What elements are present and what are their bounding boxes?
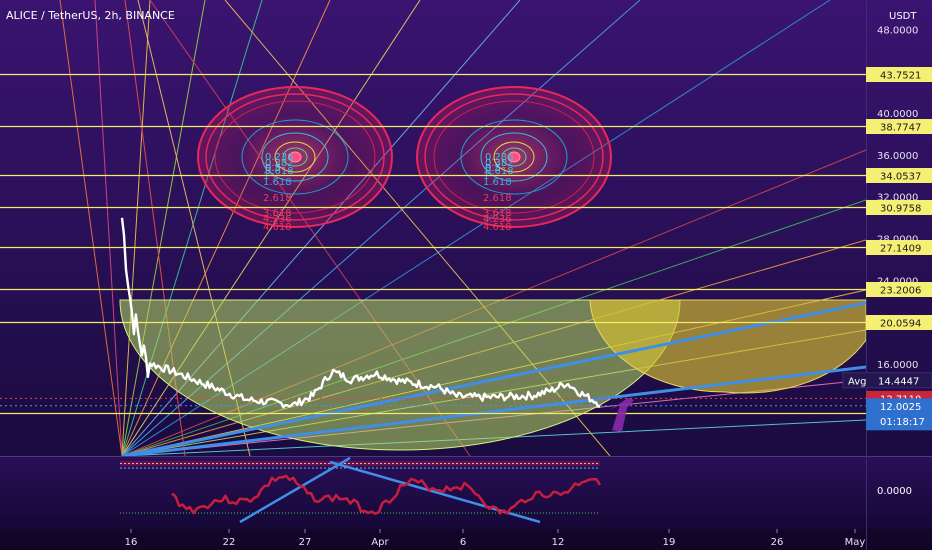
fib-label-l-9: 4.618: [263, 222, 292, 233]
time-tick-6: 19: [663, 537, 676, 548]
time-tick-8: May: [845, 537, 866, 548]
time-tick-3: Apr: [371, 537, 389, 548]
time-tick-4: 6: [460, 537, 466, 548]
fib-label-r-5: 1.618: [483, 177, 512, 188]
avg-price-label: Avg 14.4447: [842, 372, 932, 389]
fib-label-r-9: 4.618: [483, 222, 512, 233]
svg-text:14.4447: 14.4447: [878, 376, 919, 387]
svg-text:12.0025: 12.0025: [880, 402, 921, 413]
fib-label-l-5: 1.618: [263, 177, 292, 188]
time-tick-7: 26: [771, 537, 784, 548]
svg-text:Avg: Avg: [848, 376, 867, 387]
time-tick-2: 27: [299, 537, 312, 548]
fib-label-l-6: 2.618: [263, 193, 292, 204]
level-label-2: 34.0537: [880, 172, 921, 183]
level-label-0: 43.7521: [880, 71, 921, 82]
time-tick-5: 12: [552, 537, 565, 548]
price-tick-5: 40.0000: [877, 109, 918, 120]
level-label-3: 30.9758: [880, 204, 921, 215]
bar-countdown: 01:18:17: [880, 417, 925, 428]
fib-circle-right: [416, 86, 612, 228]
indicator-zero-label: 0.0000: [877, 486, 912, 497]
time-tick-0: 16: [125, 537, 138, 548]
level-label-6: 20.0594: [880, 319, 921, 330]
fib-label-r-6: 2.618: [483, 193, 512, 204]
fib-circle-left: [197, 86, 393, 228]
current-price-label: 12.0025 01:18:17: [866, 398, 932, 431]
time-tick-1: 22: [223, 537, 236, 548]
price-tick-6: 48.0000: [877, 25, 918, 36]
level-label-4: 27.1409: [880, 244, 921, 255]
symbol-title[interactable]: ALICE / TetherUS, 2h, BINANCE: [6, 9, 175, 22]
currency-label: USDT: [889, 11, 917, 22]
price-tick-4: 36.0000: [877, 151, 918, 162]
price-tick-0: 16.0000: [877, 360, 918, 371]
level-label-1: 38.7747: [880, 123, 921, 134]
level-label-5: 23.2006: [880, 286, 921, 297]
trading-chart[interactable]: 0.2360.3820.50.61811.6182.6183.6184.2364…: [0, 0, 932, 550]
